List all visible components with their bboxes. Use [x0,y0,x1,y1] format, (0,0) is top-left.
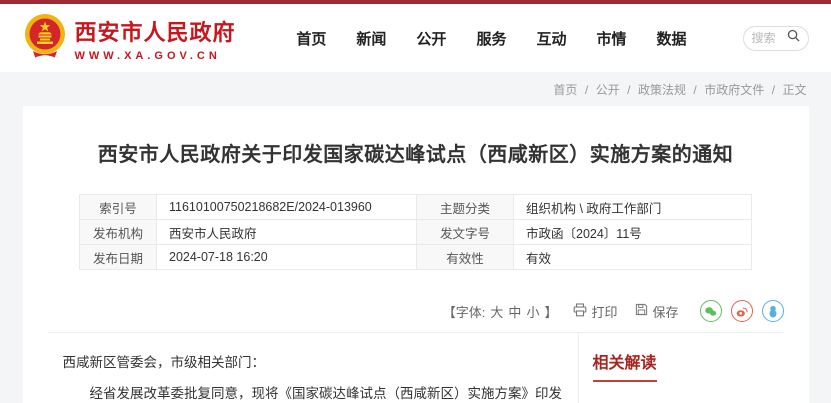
font-size-label: 【字体: [443,302,486,321]
site-name: 西安市人民政府 [75,15,236,47]
article-paragraph-body: 经省发展改革委批复同意，现将《国家碳达峰试点（西咸新区）实施方案》印发给你们，请… [63,378,566,403]
weibo-share-icon[interactable] [731,300,753,322]
print-button[interactable]: 打印 [573,302,617,321]
article-body: 西咸新区管委会，市级相关部门： 经省发展改革委批复同意，现将《国家碳达峰试点（西… [48,333,578,403]
meta-label-validity: 有效性 [417,245,514,270]
breadcrumb-disclosure[interactable]: 公开 [596,83,620,97]
site-header: 西安市人民政府 WWW.XA.GOV.CN 首页 新闻 公开 服务 互动 市情 … [0,4,831,72]
meta-label-index-no: 索引号 [80,195,157,220]
breadcrumb: 首页 / 公开 / 政策法规 / 市政府文件 / 正文 [23,72,809,106]
meta-value-index-no: 11610100750218682E/2024-013960 [157,195,417,220]
breadcrumb-current: 正文 [782,83,806,97]
print-button-label: 打印 [591,302,617,321]
related-interpretation-title: 相关解读 [593,349,657,382]
meta-value-publish-date: 2024-07-18 16:20 [157,245,417,270]
related-interpretation-link[interactable]: 《国家碳达峰试点（西咸新区）实施方案》政策解读 [593,397,780,403]
font-size-medium-button[interactable]: 中 [508,302,521,321]
table-row: 发布机构 西安市人民政府 发文字号 市政函〔2024〕11号 [80,220,752,245]
breadcrumb-gov-documents[interactable]: 市政府文件 [704,83,764,97]
document-meta-table: 索引号 11610100750218682E/2024-013960 主题分类 … [79,194,752,270]
table-row: 发布日期 2024-07-18 16:20 有效性 有效 [80,245,752,270]
breadcrumb-separator: / [585,83,588,97]
nav-item-data[interactable]: 数据 [656,28,686,49]
nav-item-disclosure[interactable]: 公开 [416,28,446,49]
nav-item-news[interactable]: 新闻 [356,28,386,49]
qq-share-icon[interactable] [762,300,784,322]
meta-value-doc-number: 市政函〔2024〕11号 [514,220,752,245]
nav-item-home[interactable]: 首页 [296,28,326,49]
font-size-label-close: 】 [544,302,557,321]
save-button-label: 保存 [652,302,678,321]
font-size-small-button[interactable]: 小 [526,302,539,321]
content-card: 西安市人民政府关于印发国家碳达峰试点（西咸新区）实施方案的通知 索引号 1161… [23,106,809,403]
breadcrumb-separator: / [772,83,775,97]
save-button[interactable]: 保存 [635,302,678,321]
font-size-large-button[interactable]: 大 [490,302,503,321]
article-toolbar: 【字体: 大 中 小 】 打印 [48,300,784,322]
meta-value-validity: 有效 [514,245,752,270]
breadcrumb-home[interactable]: 首页 [553,83,577,97]
meta-label-doc-number: 发文字号 [417,220,514,245]
site-url: WWW.XA.GOV.CN [75,50,236,62]
save-icon [635,303,648,319]
nav-item-services[interactable]: 服务 [476,28,506,49]
national-emblem-icon [23,13,67,64]
breadcrumb-separator: / [693,83,696,97]
nav-item-interaction[interactable]: 互动 [536,28,566,49]
search-icon[interactable] [787,29,800,47]
nav-item-city-info[interactable]: 市情 [596,28,626,49]
wechat-share-icon[interactable] [700,300,722,322]
site-logo[interactable]: 西安市人民政府 WWW.XA.GOV.CN [23,13,236,64]
meta-label-publish-date: 发布日期 [80,245,157,270]
related-interpretation-panel: 相关解读 《国家碳达峰试点（西咸新区）实施方案》政策解读 [578,333,784,403]
meta-value-issuer: 西安市人民政府 [157,220,417,245]
article-paragraph-salutation: 西咸新区管委会，市级相关部门： [63,347,566,378]
page-title: 西安市人民政府关于印发国家碳达峰试点（西咸新区）实施方案的通知 [48,138,784,167]
search-box[interactable] [743,26,809,51]
breadcrumb-separator: / [627,83,630,97]
search-input[interactable] [752,31,784,45]
meta-label-issuer: 发布机构 [80,220,157,245]
main-nav: 首页 新闻 公开 服务 互动 市情 数据 [296,26,808,51]
breadcrumb-policies[interactable]: 政策法规 [638,83,686,97]
meta-value-topic: 组织机构 \ 政府工作部门 [514,195,752,220]
table-row: 索引号 11610100750218682E/2024-013960 主题分类 … [80,195,752,220]
printer-icon [573,303,587,320]
meta-label-topic: 主题分类 [417,195,514,220]
